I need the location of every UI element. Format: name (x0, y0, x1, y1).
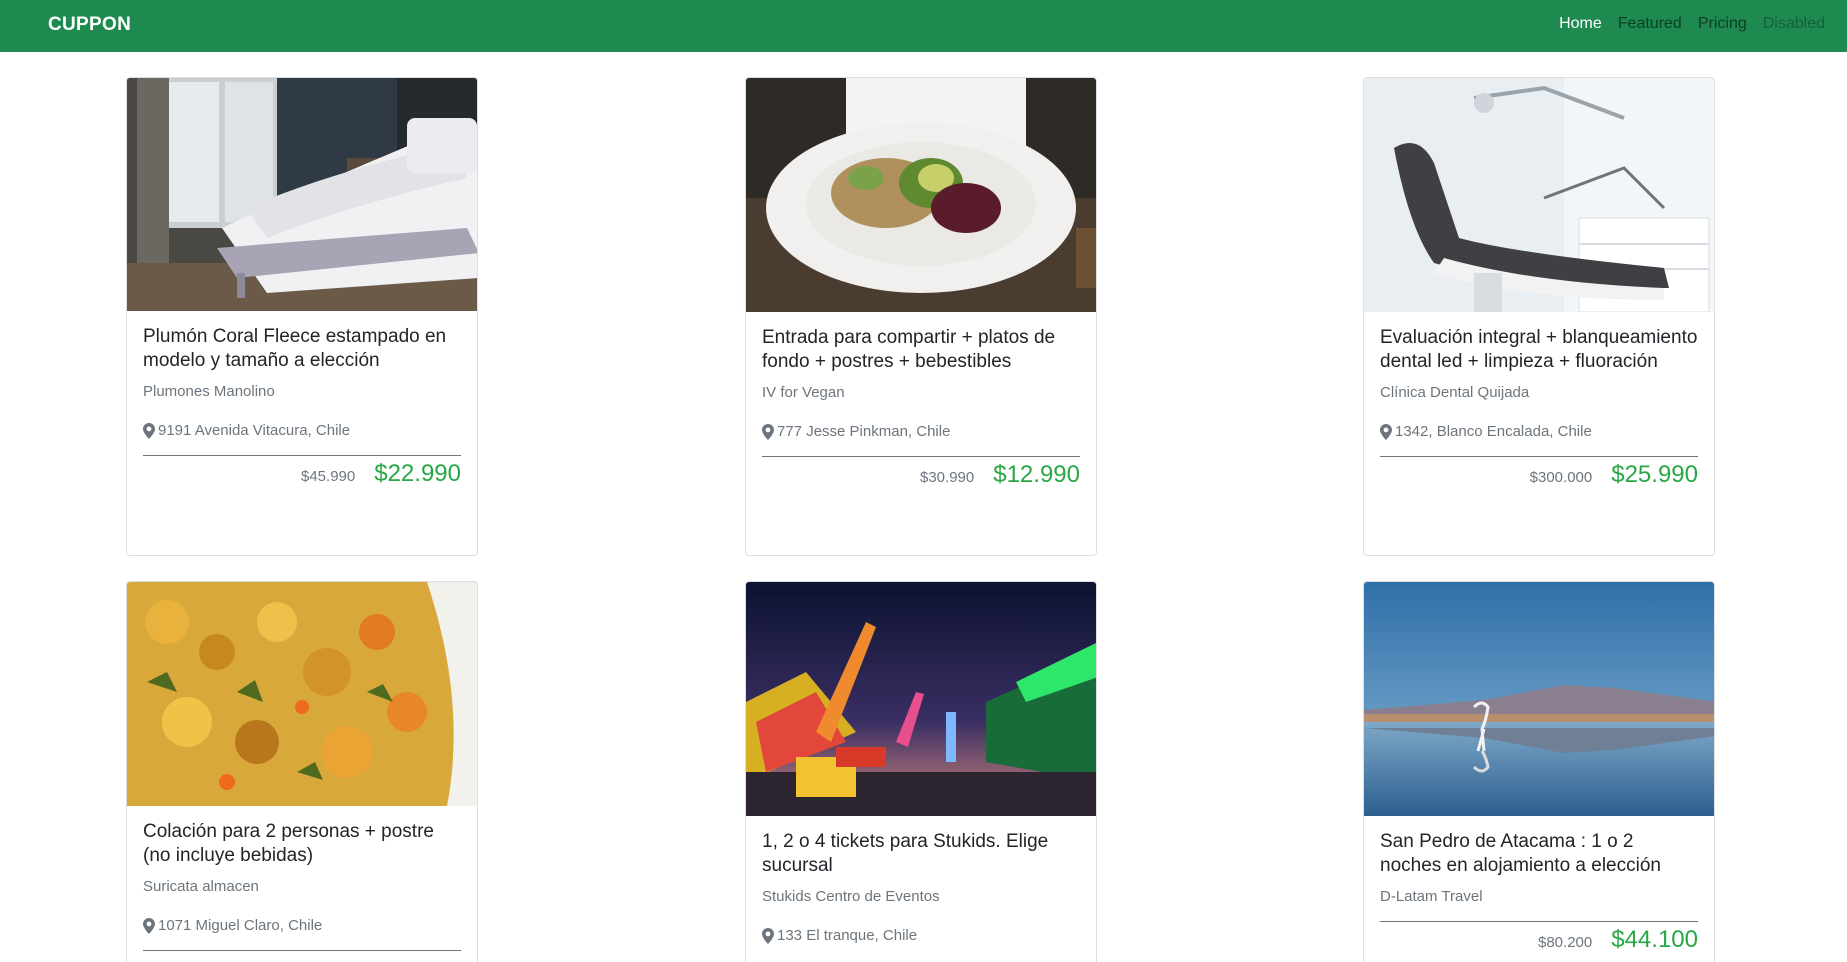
map-marker-icon (1380, 423, 1392, 440)
merchant-name: Plumones Manolino (143, 383, 275, 400)
deal-card[interactable]: Evaluación integral + blanqueamiento den… (1363, 77, 1715, 556)
deal-title[interactable]: 1, 2 o 4 tickets para Stukids. Elige suc… (762, 830, 1080, 878)
atacama-lake-image (1364, 582, 1714, 816)
merchant-name: Stukids Centro de Eventos (762, 888, 940, 905)
deal-title[interactable]: San Pedro de Atacama : 1 o 2 noches en a… (1380, 830, 1698, 878)
merchant-name: D-Latam Travel (1380, 888, 1483, 905)
location-text: 9191 Avenida Vitacura, Chile (158, 422, 351, 439)
nav-featured-link[interactable]: Featured (1610, 15, 1690, 33)
bedroom-image (127, 78, 477, 311)
deal-card[interactable]: Plumón Coral Fleece estampado en modelo … (126, 77, 478, 556)
original-price: $80.200 (1538, 934, 1593, 951)
original-price: $30.990 (920, 469, 975, 486)
map-marker-icon (762, 423, 774, 440)
amusement-park-image (746, 582, 1096, 816)
original-price: $45.990 (301, 468, 356, 485)
deal-card[interactable]: Colación para 2 personas + postre (no in… (126, 581, 478, 962)
deal-image-atacama[interactable] (1364, 582, 1714, 816)
deal-location: 777 Jesse Pinkman, Chile (762, 423, 1080, 440)
deal-title[interactable]: Colación para 2 personas + postre (no in… (143, 820, 461, 868)
deal-price: $22.990 (374, 460, 461, 487)
location-text: 1342, Blanco Encalada, Chile (1395, 423, 1592, 440)
deal-card[interactable]: Entrada para compartir + platos de fondo… (745, 77, 1097, 556)
merchant-name: IV for Vegan (762, 384, 845, 401)
stew-image (127, 582, 477, 806)
deal-title[interactable]: Plumón Coral Fleece estampado en modelo … (143, 325, 461, 373)
top-navbar: CUPPON Home Featured Pricing Disabled (0, 0, 1847, 52)
deal-location: 1342, Blanco Encalada, Chile (1380, 423, 1698, 440)
merchant-name: Clínica Dental Quijada (1380, 384, 1530, 401)
deal-card[interactable]: San Pedro de Atacama : 1 o 2 noches en a… (1363, 581, 1715, 962)
deal-image-stew[interactable] (127, 582, 477, 806)
nav-pricing-link[interactable]: Pricing (1690, 15, 1755, 33)
divider (762, 456, 1080, 457)
deal-image-fair[interactable] (746, 582, 1096, 816)
nav-links: Home Featured Pricing Disabled (1551, 15, 1833, 33)
original-price: $300.000 (1529, 469, 1593, 486)
deal-location: 1071 Miguel Claro, Chile (143, 917, 461, 934)
deal-image-bedroom[interactable] (127, 78, 477, 311)
location-text: 133 El tranque, Chile (777, 927, 918, 944)
nav-home-link[interactable]: Home (1551, 15, 1610, 33)
nav-disabled-link: Disabled (1762, 15, 1825, 32)
vegan-plate-image (746, 78, 1096, 312)
deal-image-food[interactable] (746, 78, 1096, 312)
location-text: 777 Jesse Pinkman, Chile (777, 423, 951, 440)
divider (143, 455, 461, 456)
location-text: 1071 Miguel Claro, Chile (158, 917, 323, 934)
divider (1380, 921, 1698, 922)
map-marker-icon (762, 927, 774, 944)
deal-price: $12.990 (993, 461, 1080, 488)
deal-title[interactable]: Evaluación integral + blanqueamiento den… (1380, 326, 1698, 374)
price-row: $300.000 $25.990 (1380, 461, 1698, 489)
divider (1380, 456, 1698, 457)
dental-clinic-image (1364, 78, 1714, 312)
map-marker-icon (143, 917, 155, 934)
deal-card[interactable]: 1, 2 o 4 tickets para Stukids. Elige suc… (745, 581, 1097, 962)
price-row: $45.990 $22.990 (143, 460, 461, 488)
map-marker-icon (143, 422, 155, 439)
deal-title[interactable]: Entrada para compartir + platos de fondo… (762, 326, 1080, 374)
price-row: $30.990 $12.990 (762, 461, 1080, 489)
deal-location: 9191 Avenida Vitacura, Chile (143, 422, 461, 439)
deal-price: $25.990 (1611, 461, 1698, 488)
brand-logo[interactable]: CUPPON (48, 14, 131, 36)
deal-location: 133 El tranque, Chile (762, 927, 1080, 944)
merchant-name: Suricata almacen (143, 878, 259, 895)
divider (143, 950, 461, 951)
price-row: $80.200 $44.100 (1380, 926, 1698, 954)
deal-price: $44.100 (1611, 926, 1698, 953)
deal-image-dental[interactable] (1364, 78, 1714, 312)
